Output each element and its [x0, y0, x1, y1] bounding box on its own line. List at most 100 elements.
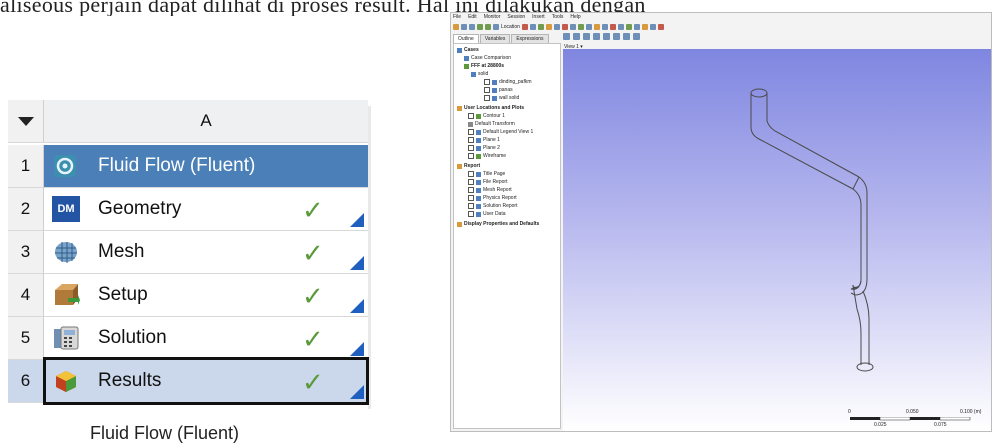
- system-row-5[interactable]: 5 Solution ✓: [8, 317, 368, 360]
- checkbox[interactable]: [468, 153, 474, 159]
- particle-icon[interactable]: [545, 24, 552, 30]
- location-button[interactable]: Location: [501, 24, 520, 30]
- contour-icon[interactable]: [521, 24, 528, 30]
- menu-help[interactable]: Help: [570, 14, 580, 22]
- tree-item-user-child[interactable]: Default Legend View 1: [468, 129, 533, 135]
- tree-item-report-child[interactable]: Solution Report: [468, 203, 517, 209]
- report-icon[interactable]: [617, 24, 624, 30]
- vector-icon[interactable]: [529, 24, 536, 30]
- checkbox[interactable]: [468, 203, 474, 209]
- domain-icon: [471, 71, 476, 77]
- system-row-3[interactable]: 3 Mesh ✓: [8, 231, 368, 274]
- scale-bar-graphic: [850, 417, 971, 421]
- tree-item-user-child[interactable]: Default Transform: [468, 121, 515, 127]
- contour-icon: [476, 113, 481, 119]
- menu-insert[interactable]: Insert: [532, 14, 545, 22]
- quick-editor-icon[interactable]: [657, 24, 664, 30]
- cell-label[interactable]: Mesh: [98, 231, 144, 273]
- system-menu-button[interactable]: [8, 100, 44, 142]
- legend-icon[interactable]: [593, 24, 600, 30]
- checkbox[interactable]: [468, 129, 474, 135]
- tree-item-solid-child[interactable]: wall solid: [484, 95, 519, 101]
- variable-icon[interactable]: [633, 24, 640, 30]
- animation-icon[interactable]: [649, 24, 656, 30]
- tree-item-fff[interactable]: FFF at 28800s: [464, 63, 504, 69]
- compare-icon: [464, 55, 469, 61]
- menu-session[interactable]: Session: [507, 14, 525, 22]
- tree-item-solid-child[interactable]: panas: [484, 87, 513, 93]
- checkbox[interactable]: [468, 113, 474, 119]
- table-icon[interactable]: [609, 24, 616, 30]
- tree-item-user-locations[interactable]: User Locations and Plots: [457, 105, 524, 111]
- isosurface-icon[interactable]: [561, 24, 568, 30]
- tree-item-user-child[interactable]: Wireframe: [468, 153, 506, 159]
- probe-icon[interactable]: [623, 33, 630, 40]
- tree-item-solid-child[interactable]: dinding_pafkm: [484, 79, 532, 85]
- tree-item-user-child[interactable]: Plane 2: [468, 145, 500, 151]
- rotate-icon[interactable]: [573, 33, 580, 40]
- redo-icon[interactable]: [485, 24, 491, 30]
- tree-item-report-child[interactable]: File Report: [468, 179, 507, 185]
- tree-item-case-comparison[interactable]: Case Comparison: [464, 55, 511, 61]
- system-title[interactable]: Fluid Flow (Fluent): [98, 145, 255, 187]
- tree-item-report-child[interactable]: Title Page: [468, 171, 505, 177]
- menu-tools[interactable]: Tools: [552, 14, 564, 22]
- tree-item-cases[interactable]: Cases: [457, 47, 479, 53]
- fit-view-icon[interactable]: [613, 33, 620, 40]
- text-icon[interactable]: [585, 24, 592, 30]
- chevron-down-icon: [17, 116, 34, 126]
- menu-edit[interactable]: Edit: [468, 14, 477, 22]
- volume-icon[interactable]: [553, 24, 560, 30]
- print-icon[interactable]: [469, 24, 475, 30]
- menu-monitor[interactable]: Monitor: [484, 14, 501, 22]
- page-icon: [476, 171, 481, 177]
- pipe-geometry: [750, 88, 874, 372]
- transform-icon: [468, 121, 473, 127]
- pan-icon[interactable]: [583, 33, 590, 40]
- checkbox[interactable]: [468, 145, 474, 151]
- checkbox[interactable]: [468, 211, 474, 217]
- streamline-icon[interactable]: [537, 24, 544, 30]
- menu-file[interactable]: File: [453, 14, 461, 22]
- viewer-toolbar: [563, 33, 640, 40]
- system-row-1[interactable]: 1 Fluid Flow (Fluent): [8, 145, 368, 188]
- calculator-icon[interactable]: [641, 24, 648, 30]
- tree-item-report-child[interactable]: User Data: [468, 211, 506, 217]
- system-caption: Fluid Flow (Fluent): [90, 423, 240, 443]
- expression-icon[interactable]: [625, 24, 632, 30]
- wireframe-icon: [476, 153, 481, 159]
- checkbox[interactable]: [484, 95, 490, 101]
- tree-item-report[interactable]: Report: [457, 163, 480, 169]
- system-row-2[interactable]: 2 DM Geometry ✓: [8, 188, 368, 231]
- cell-label[interactable]: Solution: [98, 317, 167, 359]
- tree-item-user-child[interactable]: Contour 1: [468, 113, 505, 119]
- checkbox[interactable]: [468, 137, 474, 143]
- system-row-4[interactable]: 4 Setup ✓: [8, 274, 368, 317]
- checkbox[interactable]: [484, 79, 490, 85]
- checkbox[interactable]: [468, 195, 474, 201]
- save-icon[interactable]: [461, 24, 467, 30]
- select-icon[interactable]: [563, 33, 570, 40]
- tree-item-report-child[interactable]: Physics Report: [468, 195, 517, 201]
- checkbox[interactable]: [484, 87, 490, 93]
- open-icon[interactable]: [453, 24, 459, 30]
- location-icon[interactable]: [493, 24, 499, 30]
- cell-label[interactable]: Geometry: [98, 188, 181, 230]
- checkbox[interactable]: [468, 171, 474, 177]
- checkbox[interactable]: [468, 179, 474, 185]
- tree-item-display-properties[interactable]: Display Properties and Defaults: [457, 221, 539, 227]
- cell-label[interactable]: Setup: [98, 274, 148, 316]
- surface-icon[interactable]: [577, 24, 584, 30]
- tree-item-solid[interactable]: solid: [471, 71, 488, 77]
- polyline-icon[interactable]: [569, 24, 576, 30]
- chart-icon[interactable]: [601, 24, 608, 30]
- zoom-box-icon[interactable]: [603, 33, 610, 40]
- checkbox[interactable]: [468, 187, 474, 193]
- 3d-viewport[interactable]: 0 0.050 0.100 (m) 0.025 0.075: [563, 49, 991, 431]
- tree-item-report-child[interactable]: Mesh Report: [468, 187, 512, 193]
- undo-icon[interactable]: [477, 24, 483, 30]
- zoom-icon[interactable]: [593, 33, 600, 40]
- tree-item-user-child[interactable]: Plane 1: [468, 137, 500, 143]
- layout-icon[interactable]: [633, 33, 640, 40]
- menu-bar: File Edit Monitor Session Insert Tools H…: [453, 14, 581, 22]
